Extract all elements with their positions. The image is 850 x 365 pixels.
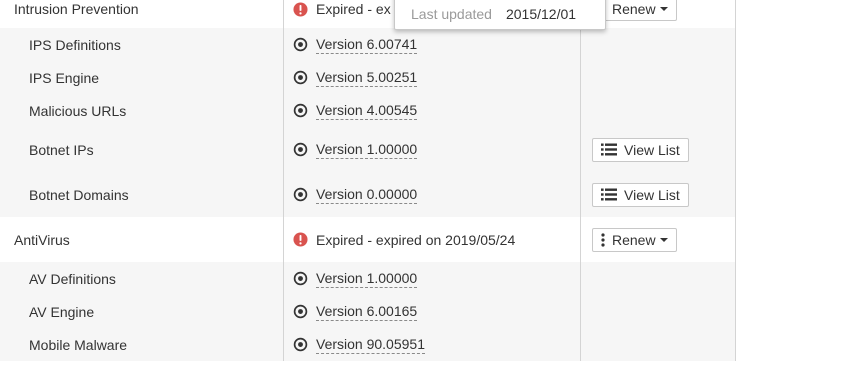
version-link[interactable]: Version 0.00000 [293,186,418,204]
status: Expired - ex [293,1,391,17]
fortiguard-license-page: Intrusion Prevention Expired - ex Renew … [0,0,850,365]
exclamation-circle-icon [293,1,308,17]
service-name: Botnet Domains [29,186,129,203]
dot-circle-icon [293,37,308,52]
view-list-label: View List [624,141,680,158]
view-list-button[interactable]: View List [592,182,689,207]
list-icon [601,188,617,201]
more-vertical-icon [601,232,605,247]
version-text[interactable]: Version 1.00000 [316,141,418,159]
status-text: Expired - expired on 2019/05/24 [316,231,516,248]
table-row: Intrusion Prevention Expired - ex Renew [0,0,735,28]
table-row: AV Engine Version 6.00165 [0,295,735,328]
caret-down-icon [659,237,668,242]
status: Expired - expired on 2019/05/24 [293,232,515,248]
dot-circle-icon [293,103,308,118]
version-text[interactable]: Version 4.00545 [316,102,418,120]
last-updated-tooltip: Last updated 2015/12/01 [394,0,606,30]
renew-label: Renew [612,1,656,17]
service-name: IPS Definitions [29,36,121,53]
dot-circle-icon [293,70,308,85]
version-link[interactable]: Version 1.00000 [293,141,418,159]
view-list-label: View List [624,186,680,203]
service-name: AntiVirus [14,231,70,248]
license-table: Intrusion Prevention Expired - ex Renew … [0,0,736,361]
version-text[interactable]: Version 5.00251 [316,69,418,87]
dot-circle-icon [293,304,308,319]
renew-label: Renew [612,231,656,248]
table-row: Malicious URLs Version 4.00545 [0,94,735,127]
version-text[interactable]: Version 0.00000 [316,186,418,204]
version-link[interactable]: Version 6.00741 [293,36,418,54]
status-text: Expired - ex [316,1,391,17]
exclamation-circle-icon [293,232,308,247]
tooltip-value: 2015/12/01 [505,6,577,22]
version-text[interactable]: Version 6.00165 [316,303,418,321]
table-row: Mobile Malware Version 90.05951 [0,328,735,361]
list-icon [601,143,617,156]
service-name: Malicious URLs [29,102,127,119]
service-name: Intrusion Prevention [14,1,139,17]
table-row: IPS Definitions Version 6.00741 [0,28,735,61]
view-list-button[interactable]: View List [592,137,689,162]
service-name: IPS Engine [29,69,100,86]
version-link[interactable]: Version 90.05951 [293,336,425,354]
version-link[interactable]: Version 5.00251 [293,69,418,87]
version-text[interactable]: Version 6.00741 [316,36,418,54]
table-row: AV Definitions Version 1.00000 [0,262,735,295]
table-row: Botnet IPs Version 1.00000 View List [0,127,735,172]
version-text[interactable]: Version 90.05951 [316,336,425,354]
tooltip-label: Last updated [411,6,492,22]
version-link[interactable]: Version 6.00165 [293,303,418,321]
table-row: AntiVirus Expired - expired on 2019/05/2… [0,217,735,262]
dot-circle-icon [293,271,308,286]
service-name: AV Engine [29,303,95,320]
service-name: AV Definitions [29,270,116,287]
service-name: Botnet IPs [29,141,94,158]
table-row: Botnet Domains Version 0.00000 View List [0,172,735,217]
dot-circle-icon [293,337,308,352]
dot-circle-icon [293,187,308,202]
renew-button[interactable]: Renew [592,227,677,252]
service-name: Mobile Malware [29,336,128,353]
version-link[interactable]: Version 4.00545 [293,102,418,120]
table-row: IPS Engine Version 5.00251 [0,61,735,94]
caret-down-icon [659,7,668,11]
version-text[interactable]: Version 1.00000 [316,270,418,288]
version-link[interactable]: Version 1.00000 [293,270,418,288]
dot-circle-icon [293,142,308,157]
